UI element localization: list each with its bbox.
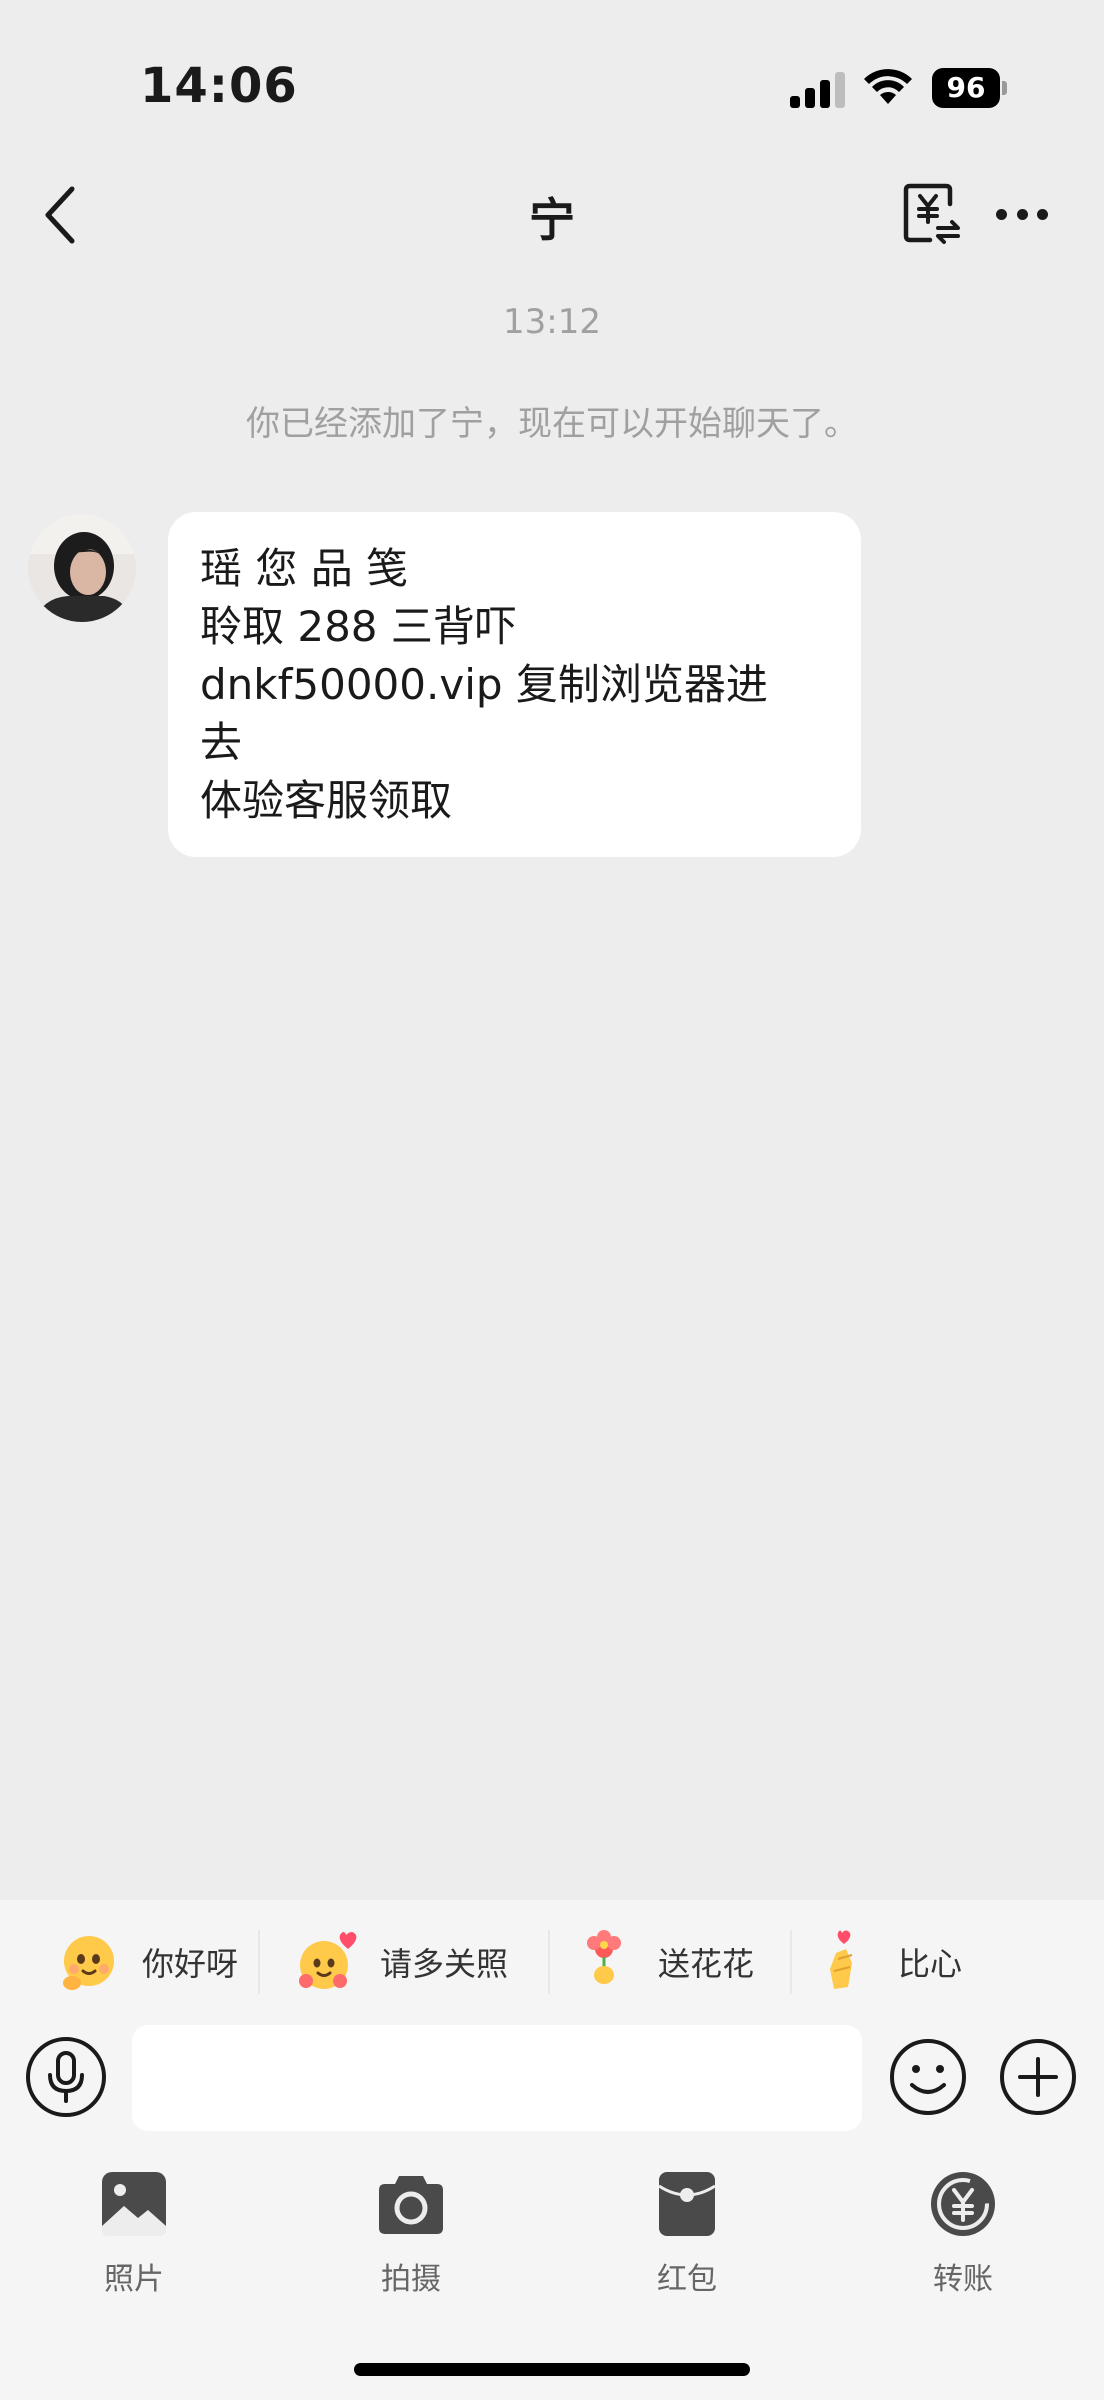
- wifi-icon: [864, 69, 912, 104]
- toolbar-label: 转账: [933, 2262, 993, 2297]
- quick-reply-label: 你好呀: [142, 1945, 239, 1983]
- more-dot-icon: [996, 208, 1007, 220]
- contact-avatar[interactable]: [28, 514, 136, 622]
- status-bar: 14:06 96: [0, 0, 1104, 170]
- more-options-button[interactable]: [990, 186, 1054, 242]
- divider: [258, 1930, 260, 1994]
- quick-reply-please-care[interactable]: 请多关照: [294, 1920, 508, 2004]
- plus-circle-icon[interactable]: [998, 2037, 1078, 2117]
- toolbar-transfer-button[interactable]: 转账: [893, 2168, 1033, 2298]
- message-input[interactable]: [132, 2025, 862, 2131]
- system-message: 你已经添加了宁，现在可以开始聊天了。: [246, 404, 858, 444]
- battery-cap: [1002, 81, 1007, 95]
- message-text-line: 去: [200, 718, 243, 767]
- divider: [548, 1930, 550, 1994]
- greeting-emoji-icon: [63, 1936, 114, 1990]
- message-bubble[interactable]: 瑶 您 品 笺 聆取 288 三背吓 dnkf50000.vip 复制浏览器进 …: [168, 512, 861, 857]
- toolbar-camera-button[interactable]: 拍摄: [341, 2168, 481, 2298]
- quick-reply-label: 请多关照: [380, 1945, 509, 1983]
- quick-reply-hello[interactable]: 你好呀: [56, 1920, 238, 2004]
- message-text-line: 瑶 您 品 笺: [200, 544, 409, 593]
- message-text-line: dnkf50000.vip 复制浏览器进: [200, 660, 768, 709]
- toolbar-red-packet-button[interactable]: 红包: [617, 2168, 757, 2298]
- toolbar-label: 红包: [657, 2262, 717, 2297]
- voice-input-button[interactable]: [26, 2037, 106, 2117]
- divider: [790, 1930, 792, 1994]
- quick-reply-bar: 你好呀 请多关照 送花花 比心: [0, 1900, 1104, 2025]
- emoji-face-icon[interactable]: [888, 2037, 968, 2117]
- quick-reply-finger-heart[interactable]: 比心: [812, 1920, 962, 2004]
- camera-icon: [379, 2176, 443, 2234]
- message-text-line: 体验客服领取: [200, 776, 453, 825]
- transfer-shortcut-icon[interactable]: [900, 182, 964, 246]
- chat-timestamp: 13:12: [503, 302, 601, 342]
- toolbar-photo-button[interactable]: 照片: [64, 2168, 204, 2298]
- more-dot-icon: [1037, 208, 1048, 220]
- battery-indicator: 96: [932, 68, 1007, 108]
- nav-bar: 宁: [0, 170, 1104, 260]
- microphone-icon: [48, 2051, 84, 2103]
- status-time: 14:06: [140, 58, 298, 114]
- toolbar-label: 拍摄: [381, 2262, 441, 2297]
- transfer-yuan-icon: [931, 2172, 995, 2236]
- message-text-line: 聆取 288 三背吓: [200, 602, 517, 651]
- red-packet-icon: [658, 2172, 716, 2236]
- quick-reply-send-flowers[interactable]: 送花花: [572, 1920, 754, 2004]
- avatar-photo-icon: [28, 514, 136, 622]
- quick-reply-label: 送花花: [658, 1945, 755, 1983]
- photo-icon: [102, 2172, 166, 2236]
- battery-level: 96: [946, 71, 986, 104]
- flower-emoji-icon: [587, 1930, 621, 1984]
- cellular-signal-icon: [790, 72, 845, 108]
- hug-heart-emoji-icon: [299, 1932, 357, 1989]
- more-dot-icon: [1016, 208, 1028, 220]
- toolbar-label: 照片: [104, 2262, 164, 2297]
- home-indicator[interactable]: [354, 2363, 750, 2376]
- quick-reply-label: 比心: [898, 1945, 963, 1983]
- finger-heart-emoji-icon: [830, 1930, 853, 1989]
